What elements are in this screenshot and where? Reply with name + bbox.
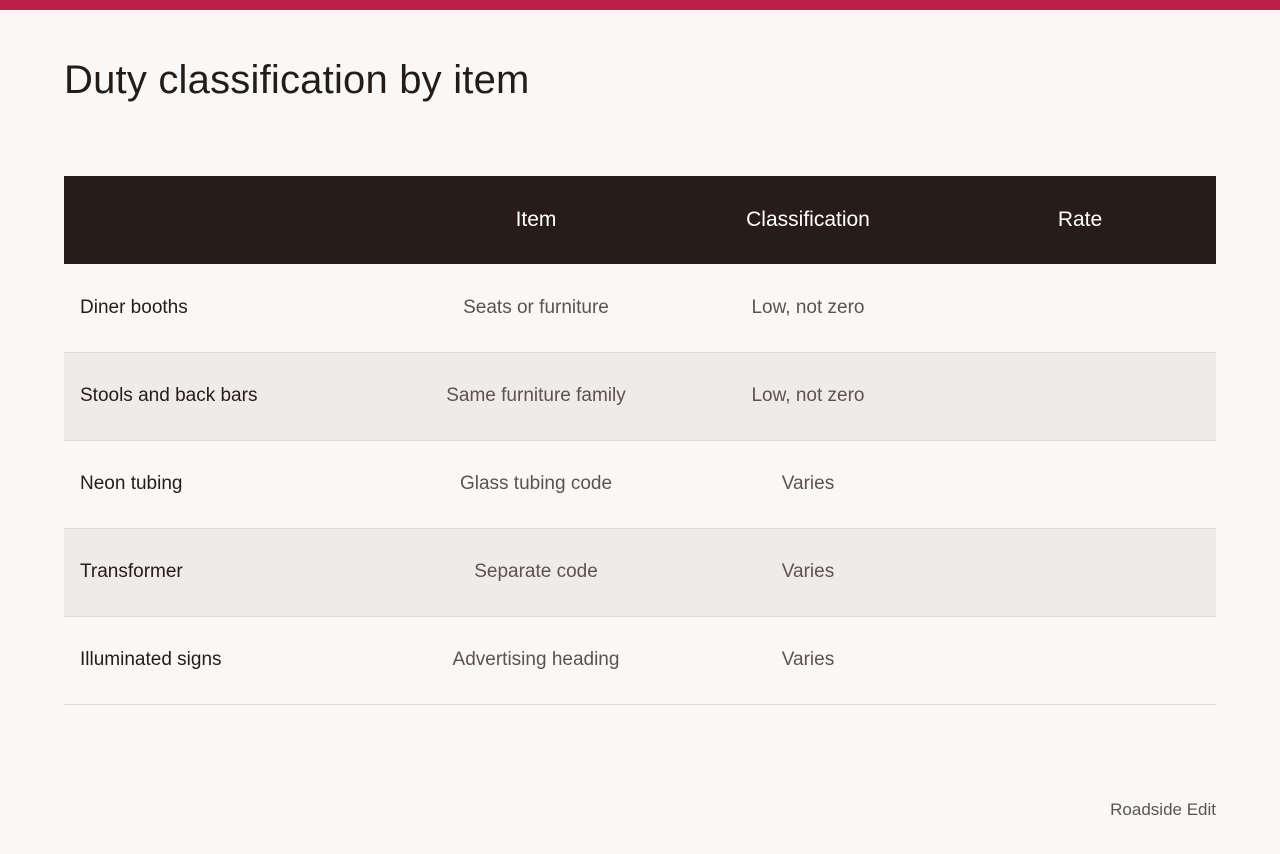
row-item-cell: Seats or furniture xyxy=(463,296,609,318)
row-rate-cell xyxy=(944,352,1216,440)
row-item-cell: Glass tubing code xyxy=(459,473,613,494)
page-title: Duty classification by item xyxy=(64,58,530,102)
row-rate-cell xyxy=(944,528,1216,616)
row-name-cell: Stools and back bars xyxy=(80,385,258,406)
row-name-cell: Diner booths xyxy=(80,296,188,318)
table-header-row: Item Classification Rate xyxy=(64,176,1216,264)
classification-table: Item Classification Rate Diner booths Se… xyxy=(64,176,1216,705)
table-row: Transformer Separate code Varies xyxy=(64,528,1216,616)
row-name-cell: Illuminated signs xyxy=(80,649,222,670)
table-row: Illuminated signs Advertising heading Va… xyxy=(64,616,1216,704)
accent-bar xyxy=(0,0,1280,10)
column-header-name xyxy=(64,176,400,264)
row-classification-cell: Varies xyxy=(781,473,835,494)
row-classification-cell: Low, not zero xyxy=(751,296,865,318)
column-header-rate: Rate xyxy=(1057,208,1103,231)
row-name-cell: Neon tubing xyxy=(80,473,183,494)
table-row: Neon tubing Glass tubing code Varies xyxy=(64,440,1216,528)
row-item-cell: Same furniture family xyxy=(446,385,626,406)
column-header-classification: Classification xyxy=(746,208,870,231)
row-classification-cell: Varies xyxy=(781,649,835,670)
row-item-cell: Advertising heading xyxy=(452,649,620,670)
column-header-item: Item xyxy=(515,208,557,231)
table-row: Stools and back bars Same furniture fami… xyxy=(64,352,1216,440)
table-row: Diner booths Seats or furniture Low, not… xyxy=(64,264,1216,352)
row-rate-cell xyxy=(944,440,1216,528)
row-item-cell: Separate code xyxy=(474,561,598,582)
row-rate-cell xyxy=(944,616,1216,704)
row-name-cell: Transformer xyxy=(80,561,183,582)
row-classification-cell: Varies xyxy=(781,561,835,582)
footer-brand: Roadside Edit xyxy=(1110,800,1216,819)
row-classification-cell: Low, not zero xyxy=(751,385,865,406)
row-rate-cell xyxy=(944,264,1216,352)
